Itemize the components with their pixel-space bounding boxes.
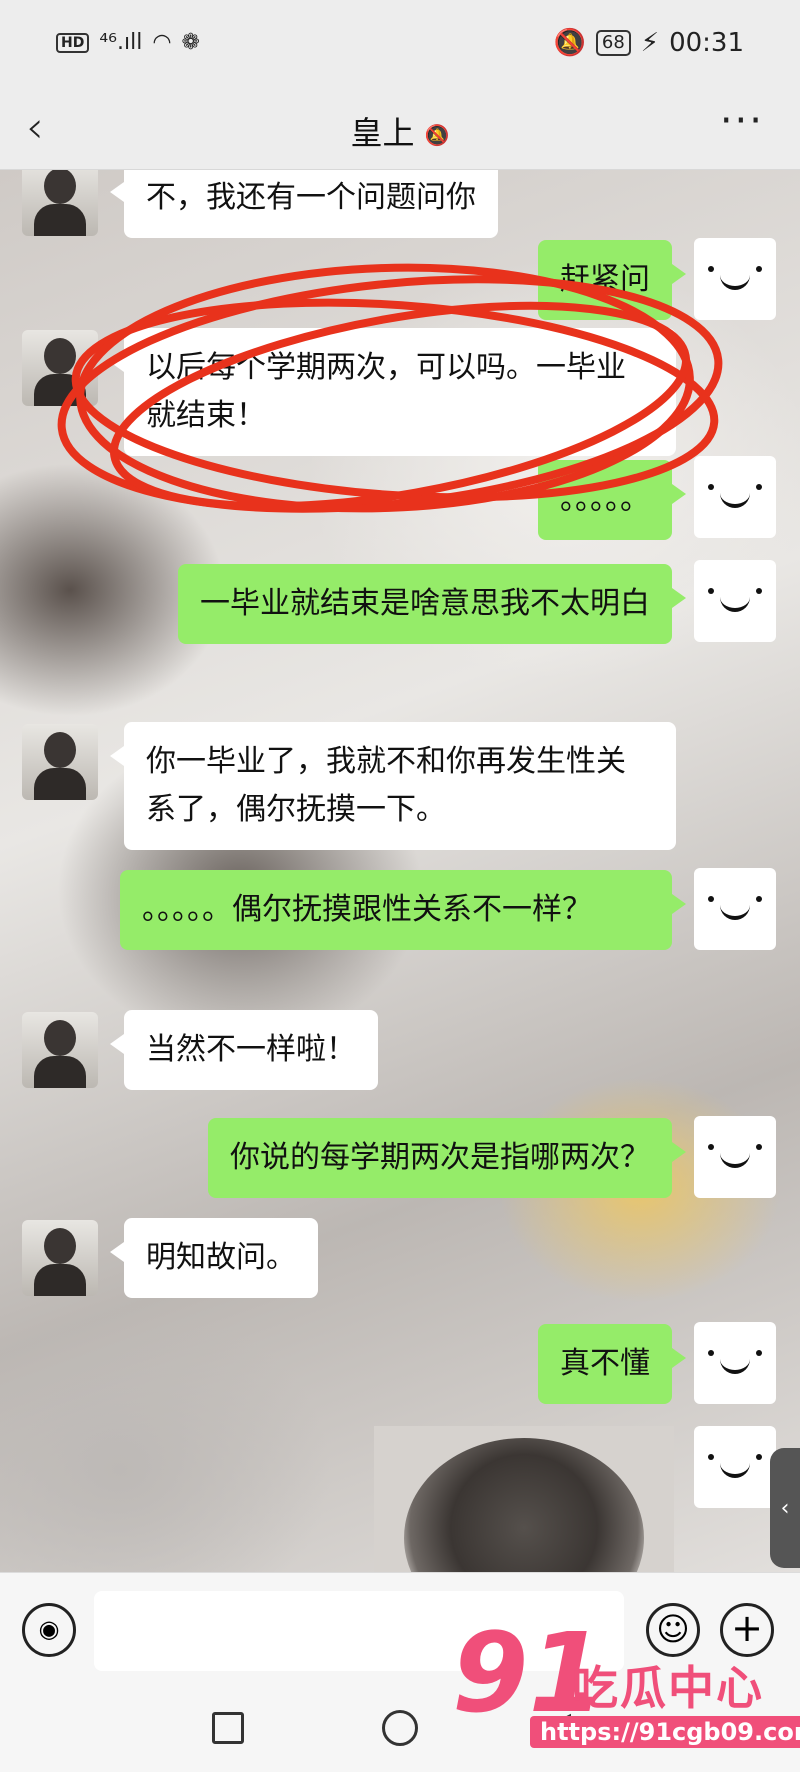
- my-avatar[interactable]: [694, 1116, 776, 1198]
- my-avatar[interactable]: [694, 1322, 776, 1404]
- contact-avatar[interactable]: [22, 330, 98, 406]
- charging-icon: ⚡: [640, 28, 660, 58]
- chat-title: 皇上: [350, 114, 415, 152]
- message-in[interactable]: 当然不一样啦！: [110, 1010, 378, 1090]
- chat-area[interactable]: 不，我还有一个问题问你 赶紧问 以后每个学期两次，可以吗。一毕业就结束！ 。。。…: [0, 170, 800, 1572]
- contact-avatar[interactable]: [22, 1220, 98, 1296]
- my-avatar[interactable]: [694, 456, 776, 538]
- message-in[interactable]: 你一毕业了，我就不和你再发生性关系了，偶尔抚摸一下。: [110, 722, 676, 850]
- photo-content: [404, 1438, 644, 1572]
- message-out[interactable]: 赶紧问: [538, 240, 686, 320]
- message-out[interactable]: 你说的每学期两次是指哪两次？: [208, 1118, 686, 1198]
- message-in[interactable]: 明知故问。: [110, 1218, 318, 1298]
- recents-button[interactable]: [212, 1712, 244, 1744]
- message-out[interactable]: 一毕业就结束是啥意思我不太明白: [178, 564, 686, 644]
- mute-icon: 🔕: [424, 123, 450, 147]
- more-options-button[interactable]: ···: [720, 98, 764, 144]
- signal-icon: ⁴⁶.ıll: [99, 30, 143, 55]
- message-out[interactable]: 。。。。。偶尔抚摸跟性关系不一样？: [120, 870, 686, 950]
- status-right: 🔕 68 ⚡ 00:31: [554, 28, 744, 58]
- image-message[interactable]: [374, 1426, 674, 1572]
- battery-level: 68: [595, 30, 631, 56]
- bell-off-icon: 🔕: [553, 28, 586, 58]
- message-in[interactable]: 以后每个学期两次，可以吗。一毕业就结束！: [110, 328, 676, 456]
- message-in[interactable]: 不，我还有一个问题问你: [110, 170, 498, 238]
- chat-title-wrap: 皇上 🔕: [0, 108, 800, 154]
- status-left: HD ⁴⁶.ıll ◠ ❁: [56, 30, 200, 55]
- contact-avatar[interactable]: [22, 724, 98, 800]
- voice-icon[interactable]: ◉: [22, 1603, 76, 1657]
- clock: 00:31: [669, 28, 744, 58]
- message-out[interactable]: 。。。。。: [538, 460, 686, 540]
- side-tab-handle[interactable]: ‹: [770, 1448, 800, 1568]
- wechat-icon: ❁: [181, 30, 200, 55]
- my-avatar[interactable]: [694, 1426, 776, 1508]
- chat-header: ‹ 皇上 🔕 ···: [0, 92, 800, 170]
- watermark-text: 吃瓜中心: [572, 1661, 764, 1715]
- hd-badge: HD: [56, 32, 90, 53]
- wifi-icon: ◠: [152, 30, 172, 55]
- home-button[interactable]: [382, 1710, 418, 1746]
- watermark-url: https://91cgb09.com: [530, 1716, 800, 1748]
- my-avatar[interactable]: [694, 238, 776, 320]
- my-avatar[interactable]: [694, 868, 776, 950]
- my-avatar[interactable]: [694, 560, 776, 642]
- watermark: 91 吃瓜中心 https://91cgb09.com: [452, 1618, 800, 1758]
- status-bar: HD ⁴⁶.ıll ◠ ❁ 🔕 68 ⚡ 00:31: [0, 0, 800, 92]
- message-out[interactable]: 真不懂: [538, 1324, 686, 1404]
- contact-avatar[interactable]: [22, 170, 98, 236]
- contact-avatar[interactable]: [22, 1012, 98, 1088]
